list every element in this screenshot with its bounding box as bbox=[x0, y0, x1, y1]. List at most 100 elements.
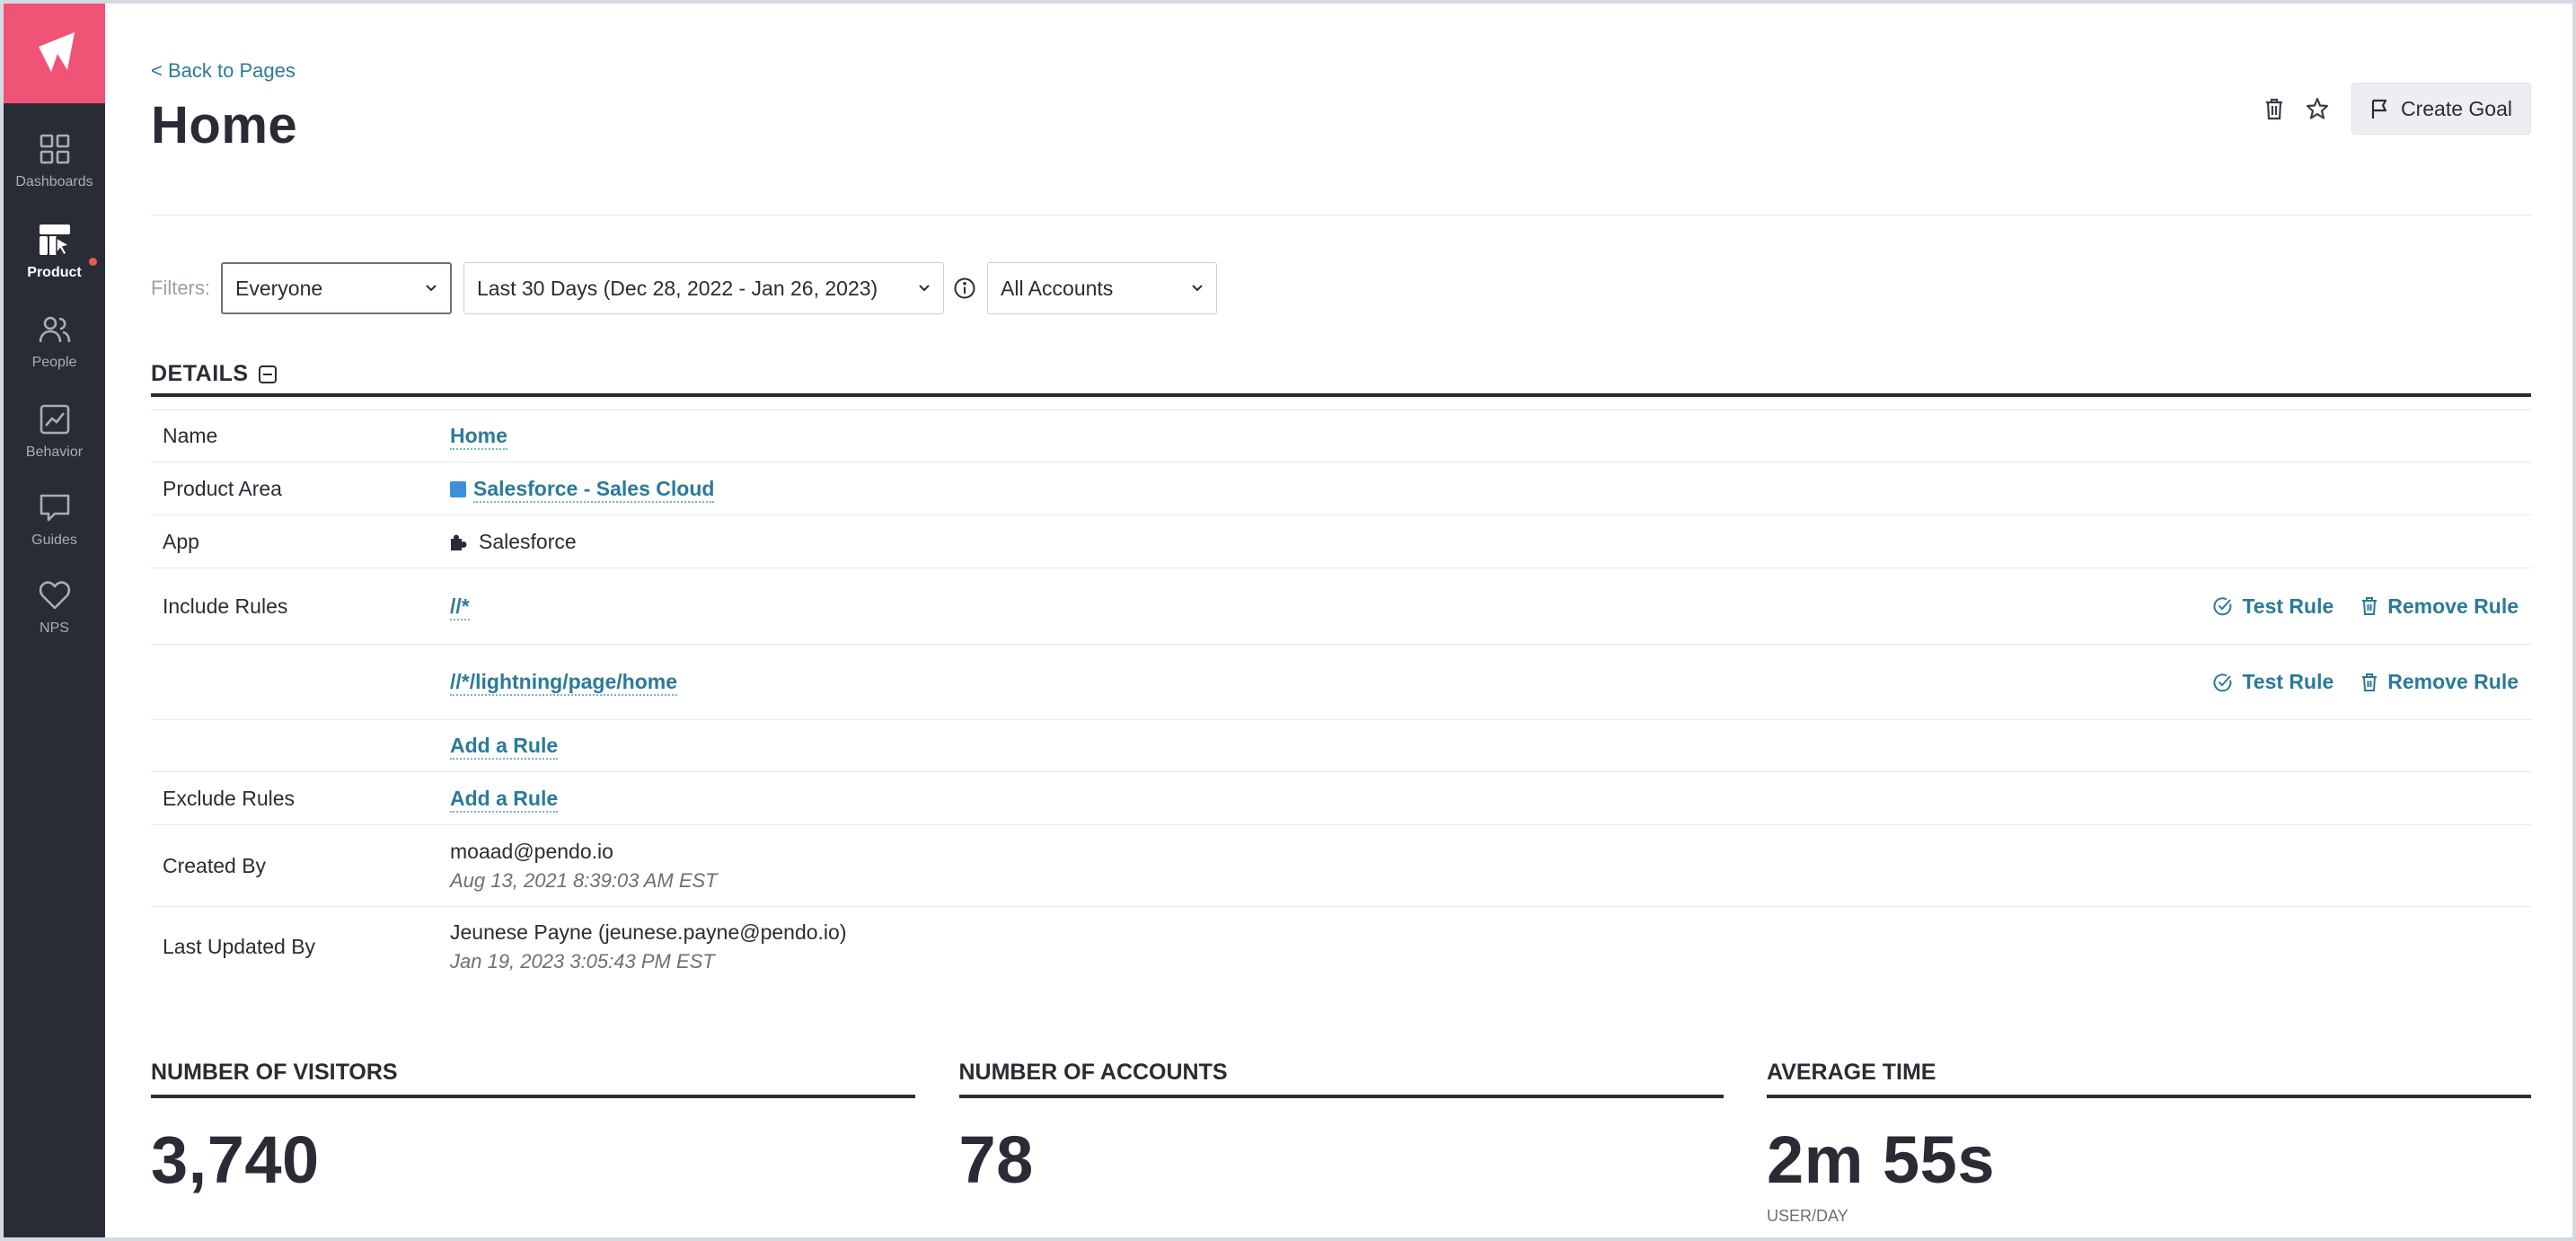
sidebar: Dashboards Product People Behavior Guide… bbox=[4, 4, 105, 1237]
include-rule-value[interactable]: //*/lightning/page/home bbox=[450, 670, 677, 696]
updated-at: Jan 19, 2023 3:05:43 PM EST bbox=[450, 950, 715, 973]
product-area-value-wrap: Salesforce - Sales Cloud bbox=[450, 476, 715, 503]
created-at: Aug 13, 2021 8:39:03 AM EST bbox=[450, 868, 718, 892]
product-area-color-swatch bbox=[450, 480, 466, 497]
metric-value: 2m 55s bbox=[1767, 1122, 1995, 1197]
test-rule-button[interactable]: Test Rule bbox=[2213, 594, 2333, 619]
details-row-name: Name Home bbox=[151, 409, 2531, 462]
metric-accounts: NUMBER OF ACCOUNTS 78 bbox=[958, 1060, 1724, 1226]
details-row-include-rule-1: Include Rules //* Test Rule Remove Rule bbox=[151, 568, 2531, 644]
delete-button[interactable] bbox=[2253, 87, 2296, 130]
details-row-include-add: Add a Rule bbox=[151, 719, 2531, 771]
name-label: Name bbox=[163, 424, 218, 447]
include-rule-value[interactable]: //* bbox=[450, 594, 470, 620]
metric-title: AVERAGE TIME bbox=[1767, 1060, 2531, 1098]
sidebar-item-product[interactable]: Product bbox=[4, 208, 105, 295]
date-range-select[interactable]: Last 30 Days (Dec 28, 2022 - Jan 26, 202… bbox=[463, 262, 944, 314]
app-value-wrap: Salesforce bbox=[450, 530, 577, 554]
favorite-button[interactable] bbox=[2296, 87, 2339, 130]
trash-icon bbox=[2362, 597, 2378, 615]
metric-unit: USER/DAY bbox=[1767, 1207, 1848, 1225]
sidebar-item-label: Behavior bbox=[25, 444, 84, 460]
created-by-value: moaad@pendo.io bbox=[450, 839, 613, 863]
create-goal-label: Create Goal bbox=[2400, 96, 2512, 120]
name-value[interactable]: Home bbox=[450, 424, 507, 450]
exclude-rules-label: Exclude Rules bbox=[163, 786, 296, 810]
puzzle-icon bbox=[451, 534, 467, 550]
rule-actions: Test Rule Remove Rule bbox=[2186, 594, 2519, 619]
details-title: DETAILS bbox=[151, 361, 249, 386]
header-divider bbox=[151, 215, 2531, 216]
created-by-value-wrap: moaad@pendo.io Aug 13, 2021 8:39:03 AM E… bbox=[450, 840, 718, 893]
collapse-details-button[interactable] bbox=[258, 365, 278, 389]
sidebar-item-label: Guides bbox=[31, 532, 77, 548]
details-row-exclude-rules: Exclude Rules Add a Rule bbox=[151, 771, 2531, 824]
app-label: App bbox=[163, 529, 199, 553]
metric-title: NUMBER OF VISITORS bbox=[151, 1060, 915, 1098]
info-icon bbox=[954, 277, 975, 299]
create-goal-button[interactable]: Create Goal bbox=[2351, 83, 2531, 135]
details-row-app: App Salesforce bbox=[151, 515, 2531, 568]
test-rule-label: Test Rule bbox=[2242, 594, 2334, 618]
main-content: < Back to Pages Home Create Goal Filters… bbox=[151, 0, 2531, 1241]
add-exclude-rule-link[interactable]: Add a Rule bbox=[450, 786, 559, 813]
sidebar-item-behavior[interactable]: Behavior bbox=[4, 388, 105, 474]
updated-by-value: Jeunese Payne (jeunese.payne@pendo.io) bbox=[450, 920, 847, 944]
trash-icon bbox=[2362, 673, 2378, 691]
header-actions: Create Goal bbox=[2253, 83, 2531, 135]
notification-dot bbox=[89, 258, 97, 266]
remove-rule-label: Remove Rule bbox=[2387, 670, 2519, 693]
app-value: Salesforce bbox=[479, 529, 577, 553]
date-range-info-icon[interactable] bbox=[953, 277, 976, 300]
segment-select[interactable]: Everyone bbox=[221, 262, 452, 314]
product-area-value[interactable]: Salesforce - Sales Cloud bbox=[473, 476, 715, 503]
test-rule-label: Test Rule bbox=[2242, 670, 2334, 693]
metric-visitors: NUMBER OF VISITORS 3,740 bbox=[151, 1060, 915, 1226]
filters-label: Filters: bbox=[151, 277, 210, 299]
guide-icon bbox=[40, 494, 69, 522]
back-to-pages-link[interactable]: < Back to Pages bbox=[151, 59, 296, 83]
remove-rule-button[interactable]: Remove Rule bbox=[2360, 670, 2519, 694]
remove-rule-button[interactable]: Remove Rule bbox=[2360, 594, 2519, 619]
product-area-label: Product Area bbox=[163, 476, 282, 500]
chevron-down-icon bbox=[919, 285, 930, 292]
metric-value: 3,740 bbox=[151, 1122, 320, 1197]
details-row-created-by: Created By moaad@pendo.io Aug 13, 2021 8… bbox=[151, 824, 2531, 906]
flag-icon bbox=[2371, 99, 2387, 119]
sidebar-item-people[interactable]: People bbox=[4, 298, 105, 384]
sidebar-item-nps[interactable]: NPS bbox=[4, 564, 105, 650]
segment-select-value: Everyone bbox=[235, 276, 323, 300]
details-section-header: DETAILS bbox=[151, 361, 2531, 397]
metrics-row: NUMBER OF VISITORS 3,740 NUMBER OF ACCOU… bbox=[151, 1060, 2531, 1226]
add-include-rule-link[interactable]: Add a Rule bbox=[450, 734, 559, 760]
accounts-select[interactable]: All Accounts bbox=[987, 262, 1217, 314]
chevron-down-icon bbox=[426, 285, 437, 292]
star-icon bbox=[2306, 97, 2329, 119]
pendo-logo-icon bbox=[38, 31, 75, 72]
sidebar-item-label: Dashboards bbox=[15, 174, 93, 189]
chevron-down-icon bbox=[1192, 285, 1203, 292]
sidebar-item-label: People bbox=[31, 355, 77, 370]
check-circle-icon bbox=[2213, 673, 2232, 691]
created-by-label: Created By bbox=[163, 853, 267, 877]
metric-title: NUMBER OF ACCOUNTS bbox=[958, 1060, 1724, 1098]
sidebar-item-label: NPS bbox=[40, 620, 69, 636]
remove-rule-label: Remove Rule bbox=[2387, 594, 2519, 618]
details-table: Name Home Product Area Salesforce - Sale… bbox=[151, 409, 2531, 987]
product-icon bbox=[39, 224, 71, 257]
sidebar-item-label: Product bbox=[27, 265, 82, 280]
chart-icon bbox=[40, 404, 69, 435]
test-rule-button[interactable]: Test Rule bbox=[2213, 670, 2333, 694]
sidebar-item-dashboards[interactable]: Dashboards bbox=[4, 118, 105, 204]
metric-average-time: AVERAGE TIME 2m 55s USER/DAY bbox=[1767, 1060, 2531, 1226]
accounts-select-value: All Accounts bbox=[1001, 276, 1114, 300]
grid-icon bbox=[40, 134, 69, 164]
heart-icon bbox=[39, 581, 70, 610]
updated-by-value-wrap: Jeunese Payne (jeunese.payne@pendo.io) J… bbox=[450, 920, 847, 973]
pendo-logo[interactable] bbox=[4, 4, 105, 103]
details-row-include-rule-2: //*/lightning/page/home Test Rule Remove… bbox=[151, 644, 2531, 719]
sidebar-item-guides[interactable]: Guides bbox=[4, 476, 105, 562]
collapse-icon bbox=[258, 365, 277, 383]
check-circle-icon bbox=[2213, 597, 2232, 616]
trash-icon bbox=[2265, 98, 2282, 120]
